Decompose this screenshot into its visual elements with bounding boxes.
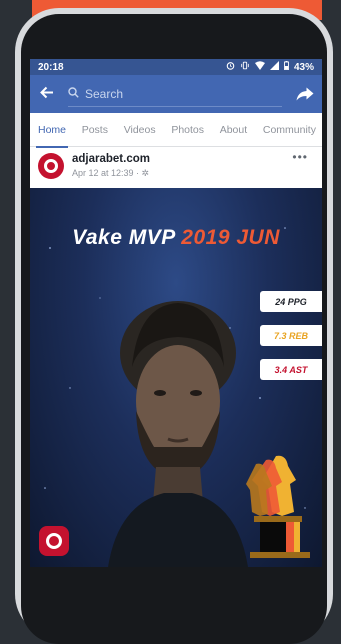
tab-posts[interactable]: Posts [82,113,108,147]
search-input[interactable]: Search [68,82,282,107]
tab-home[interactable]: Home [35,113,69,148]
battery-percent: 43% [293,61,314,73]
share-icon[interactable] [294,87,316,101]
tab-videos[interactable]: Videos [124,113,156,147]
search-icon [68,86,79,101]
stat-badge-reb: 7.3 REB [260,325,322,346]
post-image[interactable]: Vake MVP 2019 JUN 24 PPG 7.3 REB 3.4 AST [30,188,322,567]
page-tabs: Home Posts Videos Photos About Community [30,113,322,148]
status-time: 20:18 [38,61,64,73]
signal-icon [269,61,279,73]
arrow-left-icon[interactable] [40,84,62,104]
player-portrait [108,301,248,567]
vibrate-icon [240,61,250,73]
status-bar: 20:18 43% [30,59,322,75]
more-options-icon[interactable]: ••• [292,150,308,164]
post-page-name[interactable]: adjarabet.com [72,153,150,165]
stat-badge-ppg: 24 PPG [260,291,322,312]
phone-screen: 20:18 43% Search Home Posts Videos Photo… [30,59,322,567]
status-icons: 43% [226,61,314,73]
search-placeholder: Search [85,86,124,101]
battery-icon [284,61,289,73]
gear-icon: ✲ [141,168,150,178]
banner-headline: Vake MVP 2019 JUN [72,226,280,249]
post-meta: Apr 12 at 12:39 · ✲ [72,168,149,179]
tab-photos[interactable]: Photos [171,113,204,147]
alarm-icon [226,61,235,73]
adjarabet-logo [39,526,69,556]
tab-about[interactable]: About [220,113,247,147]
stat-badge-ast: 3.4 AST [260,359,322,380]
post-timestamp: Apr 12 at 12:39 · [72,168,142,178]
trophy-icon [246,455,310,558]
tab-community[interactable]: Community [263,113,316,147]
avatar[interactable] [38,153,64,179]
post-header: adjarabet.com Apr 12 at 12:39 · ✲ ••• [30,147,322,185]
app-bar: Search [30,75,322,113]
wifi-icon [254,61,265,73]
